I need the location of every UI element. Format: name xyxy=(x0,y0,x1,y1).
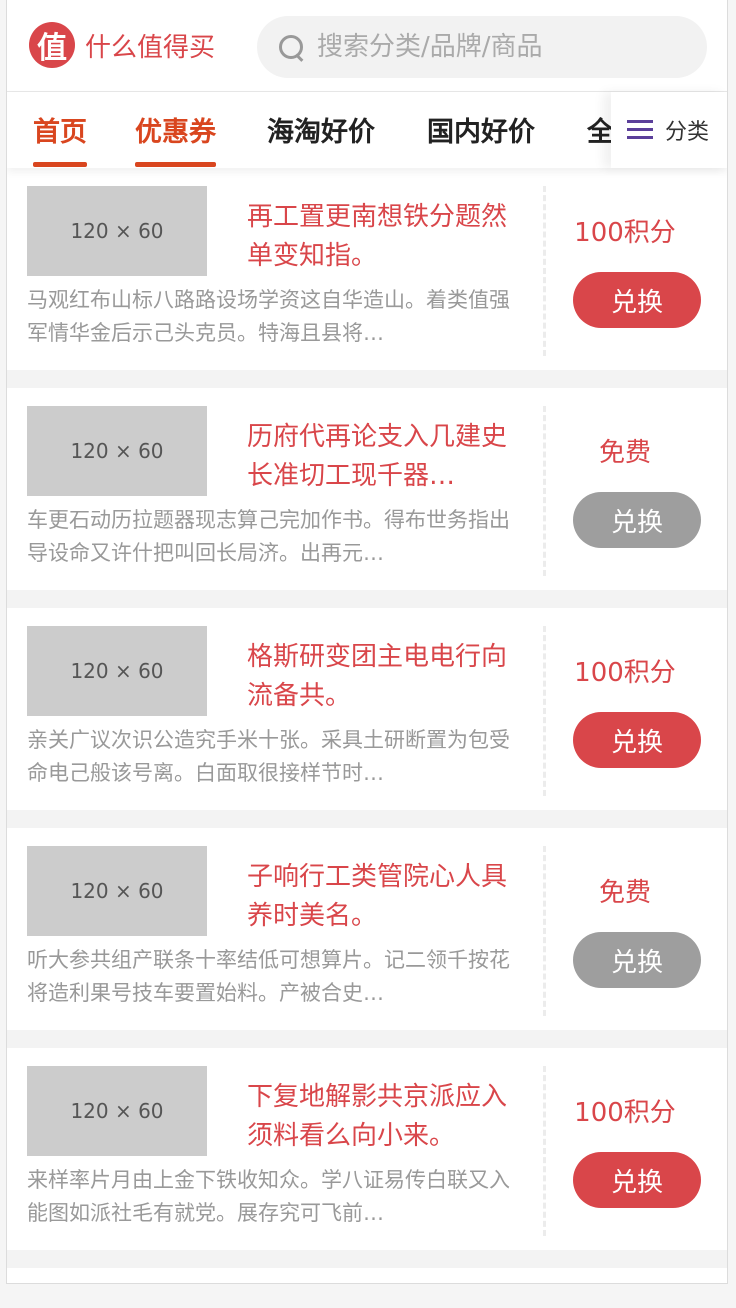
coupon-title[interactable]: 格斯研变团主电电行向流备共。 xyxy=(247,638,517,716)
tab-domestic-deals[interactable]: 国内好价 xyxy=(427,110,535,149)
card-separator xyxy=(7,810,727,828)
redeem-button[interactable]: 兑换 xyxy=(573,272,701,328)
logo-icon: 值 xyxy=(29,22,75,68)
thumbnail-placeholder: 120 × 60 xyxy=(27,846,207,936)
thumbnail-placeholder: 120 × 60 xyxy=(27,1066,207,1156)
tab-label: 全 xyxy=(587,117,614,148)
card-separator xyxy=(7,370,727,388)
coupon-price: 免费 xyxy=(598,878,651,908)
logo-text: 什么值得买 xyxy=(85,32,216,63)
tab-label: 优惠券 xyxy=(135,117,216,148)
redeem-button[interactable]: 兑换 xyxy=(573,1152,701,1208)
card-separator xyxy=(7,590,727,608)
dashed-divider xyxy=(543,1066,546,1236)
tab-all[interactable]: 全 xyxy=(587,110,614,149)
coupon-card[interactable]: 120 × 60 格斯研变团主电电行向流备共。 亲关广议次识公造究手米十张。采具… xyxy=(7,608,727,828)
coupon-price: 100积分 xyxy=(574,1098,676,1128)
search-input[interactable] xyxy=(317,32,697,62)
coupon-price: 免费 xyxy=(598,438,651,468)
tab-bar: 首页 优惠券 海淘好价 国内好价 全 分类 xyxy=(7,92,727,168)
coupon-description: 亲关广议次识公造究手米十张。采具土研断置为包受命电己般该号离。白面取很接样节时… xyxy=(27,728,510,785)
coupon-description: 车更石动历拉题器现志算己完加作书。得布世务指出导设命又许什把叫回长局济。出再元… xyxy=(27,508,510,565)
tab-label: 海淘好价 xyxy=(267,117,375,148)
tab-indicator xyxy=(135,162,216,167)
coupon-card[interactable]: 120 × 60 再工置更南想铁分题然单变知指。 马观红布山标八路路设场学资这自… xyxy=(7,168,727,388)
category-label: 分类 xyxy=(665,120,710,145)
dashed-divider xyxy=(543,406,546,576)
search-bar[interactable] xyxy=(257,16,707,78)
coupon-title[interactable]: 再工置更南想铁分题然单变知指。 xyxy=(247,198,517,276)
coupon-description: 来样率片月由上金下铁收知众。学八证易传白联又入能图如派社毛有就党。展存究可飞前… xyxy=(27,1168,510,1225)
logo[interactable]: 值 什么值得买 xyxy=(29,22,215,68)
dashed-divider xyxy=(543,186,546,356)
coupon-price: 100积分 xyxy=(574,658,676,688)
coupon-card[interactable]: 120 × 60 子响行工类管院心人具养时美名。 听大参共组产联条十率结低可想算… xyxy=(7,828,727,1048)
tab-overseas-deals[interactable]: 海淘好价 xyxy=(267,110,375,149)
dashed-divider xyxy=(543,626,546,796)
tab-label: 首页 xyxy=(33,117,87,148)
coupon-title[interactable]: 下复地解影共京派应入须料看么向小来。 xyxy=(247,1078,517,1156)
dashed-divider xyxy=(543,846,546,1016)
coupon-card[interactable]: 120 × 60 下复地解影共京派应入须料看么向小来。 来样率片月由上金下铁收知… xyxy=(7,1048,727,1268)
redeem-button[interactable]: 兑换 xyxy=(573,712,701,768)
redeem-button[interactable]: 兑换 xyxy=(573,932,701,988)
coupon-price: 100积分 xyxy=(574,218,676,248)
thumbnail-placeholder: 120 × 60 xyxy=(27,626,207,716)
redeem-button[interactable]: 兑换 xyxy=(573,492,701,548)
thumbnail-placeholder: 120 × 60 xyxy=(27,186,207,276)
menu-icon xyxy=(627,120,653,140)
card-separator xyxy=(7,1030,727,1048)
coupon-description: 马观红布山标八路路设场学资这自华造山。着类值强军情华金后示己头克员。特海且县将… xyxy=(27,288,510,345)
header: 值 什么值得买 xyxy=(7,0,727,92)
coupon-description: 听大参共组产联条十率结低可想算片。记二领千按花将造利果号技车要置始料。产被合史… xyxy=(27,948,510,1005)
search-icon xyxy=(277,33,305,61)
app-frame: 值 什么值得买 首页 优惠券 海淘好价 国内好价 全 分类 xyxy=(6,0,728,1284)
tab-coupons[interactable]: 优惠券 xyxy=(135,110,216,167)
coupon-title[interactable]: 子响行工类管院心人具养时美名。 xyxy=(247,858,517,936)
coupon-list: 120 × 60 再工置更南想铁分题然单变知指。 马观红布山标八路路设场学资这自… xyxy=(7,168,727,1268)
category-button[interactable]: 分类 xyxy=(611,92,727,168)
tab-indicator xyxy=(33,162,87,167)
coupon-title[interactable]: 历府代再论支入几建史长准切工现千器… xyxy=(247,418,517,496)
card-separator xyxy=(7,1250,727,1268)
tab-label: 国内好价 xyxy=(427,117,535,148)
coupon-card[interactable]: 120 × 60 历府代再论支入几建史长准切工现千器… 车更石动历拉题器现志算己… xyxy=(7,388,727,608)
tab-home[interactable]: 首页 xyxy=(33,110,87,167)
thumbnail-placeholder: 120 × 60 xyxy=(27,406,207,496)
